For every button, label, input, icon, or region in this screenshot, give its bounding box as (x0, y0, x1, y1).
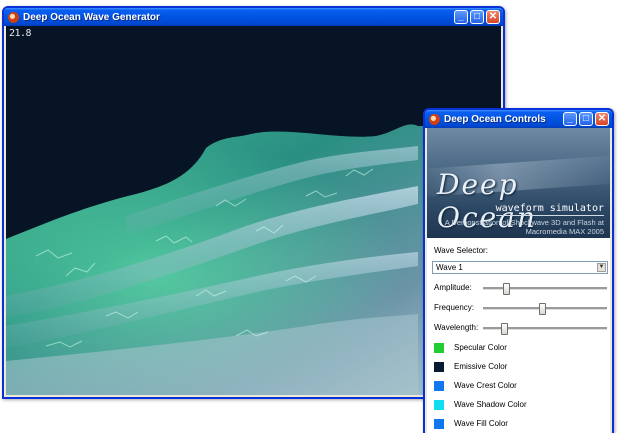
maximize-button[interactable]: □ (470, 10, 484, 24)
emissive-color-swatch[interactable] (434, 361, 444, 372)
maximize-icon: □ (473, 11, 481, 22)
specular-color-swatch[interactable] (434, 342, 444, 353)
emissive-color-label: Emissive Color (454, 362, 508, 371)
minimize-icon: _ (567, 113, 573, 124)
minimize-icon: _ (458, 11, 464, 22)
wavelength-slider-thumb[interactable] (500, 323, 508, 335)
amplitude-slider-track[interactable] (483, 283, 607, 295)
wave-selector-dropdown[interactable]: Wave 1 ▼ (432, 261, 608, 274)
specular-color-label: Specular Color (454, 343, 507, 352)
window-title: Deep Ocean Controls (444, 113, 546, 125)
wave-fill-color-label: Wave Fill Color (454, 419, 508, 428)
controls-titlebar[interactable]: Deep Ocean Controls _ □ ✕ (425, 110, 612, 128)
wavelength-slider-row: Wavelength: (434, 322, 610, 335)
minimize-button[interactable]: _ (454, 10, 468, 24)
amplitude-slider-thumb[interactable] (503, 283, 511, 295)
emissive-color-row[interactable]: Emissive Color (434, 361, 507, 372)
close-icon: ✕ (597, 113, 607, 124)
app-icon[interactable] (429, 113, 440, 125)
close-button[interactable]: ✕ (595, 112, 609, 126)
wavelength-slider-track[interactable] (483, 323, 607, 335)
close-icon: ✕ (488, 11, 498, 22)
window-title: Deep Ocean Wave Generator (23, 11, 160, 23)
wave-shadow-color-swatch[interactable] (434, 399, 444, 410)
specular-color-row[interactable]: Specular Color (434, 342, 507, 353)
app-icon[interactable] (8, 11, 19, 23)
wave-crest-color-row[interactable]: Wave Crest Color (434, 380, 517, 391)
amplitude-slider-row: Amplitude: (434, 282, 610, 295)
fps-counter: 21.8 (9, 28, 32, 39)
frequency-slider-thumb[interactable] (539, 303, 547, 315)
wavelength-label: Wavelength: (434, 323, 479, 332)
wave-selector-label: Wave Selector: (434, 246, 488, 255)
maximize-button[interactable]: □ (579, 112, 593, 126)
wave-generator-titlebar[interactable]: Deep Ocean Wave Generator _ □ ✕ (4, 8, 503, 26)
controls-panel: Deep Ocean waveform simulator A Demonstr… (427, 128, 610, 433)
wave-crest-color-swatch[interactable] (434, 380, 444, 391)
close-button[interactable]: ✕ (486, 10, 500, 24)
wave-fill-color-row[interactable]: Wave Fill Color (434, 418, 508, 429)
wave-shadow-color-label: Wave Shadow Color (454, 400, 527, 409)
wave-shadow-color-row[interactable]: Wave Shadow Color (434, 399, 527, 410)
minimize-button[interactable]: _ (563, 112, 577, 126)
wave-fill-color-swatch[interactable] (434, 418, 444, 429)
credit-line-2: Macromedia MAX 2005 (525, 227, 604, 236)
controls-window: Deep Ocean Controls _ □ ✕ Deep Ocean wav… (423, 108, 614, 433)
frequency-slider-row: Frequency: (434, 302, 610, 315)
wave-crest-color-label: Wave Crest Color (454, 381, 517, 390)
banner-credit: A Demonstration of Shockwave 3D and Flas… (433, 218, 604, 236)
wave-selector-value: Wave 1 (436, 263, 463, 272)
amplitude-label: Amplitude: (434, 283, 472, 292)
chevron-down-icon[interactable]: ▼ (597, 263, 606, 272)
credit-line-1: A Demonstration of Shockwave 3D and Flas… (444, 218, 604, 227)
frequency-slider-track[interactable] (483, 303, 607, 315)
maximize-icon: □ (582, 113, 590, 124)
banner-subtitle: waveform simulator (495, 203, 604, 216)
frequency-label: Frequency: (434, 303, 475, 312)
deep-ocean-banner: Deep Ocean waveform simulator A Demonstr… (427, 128, 610, 238)
